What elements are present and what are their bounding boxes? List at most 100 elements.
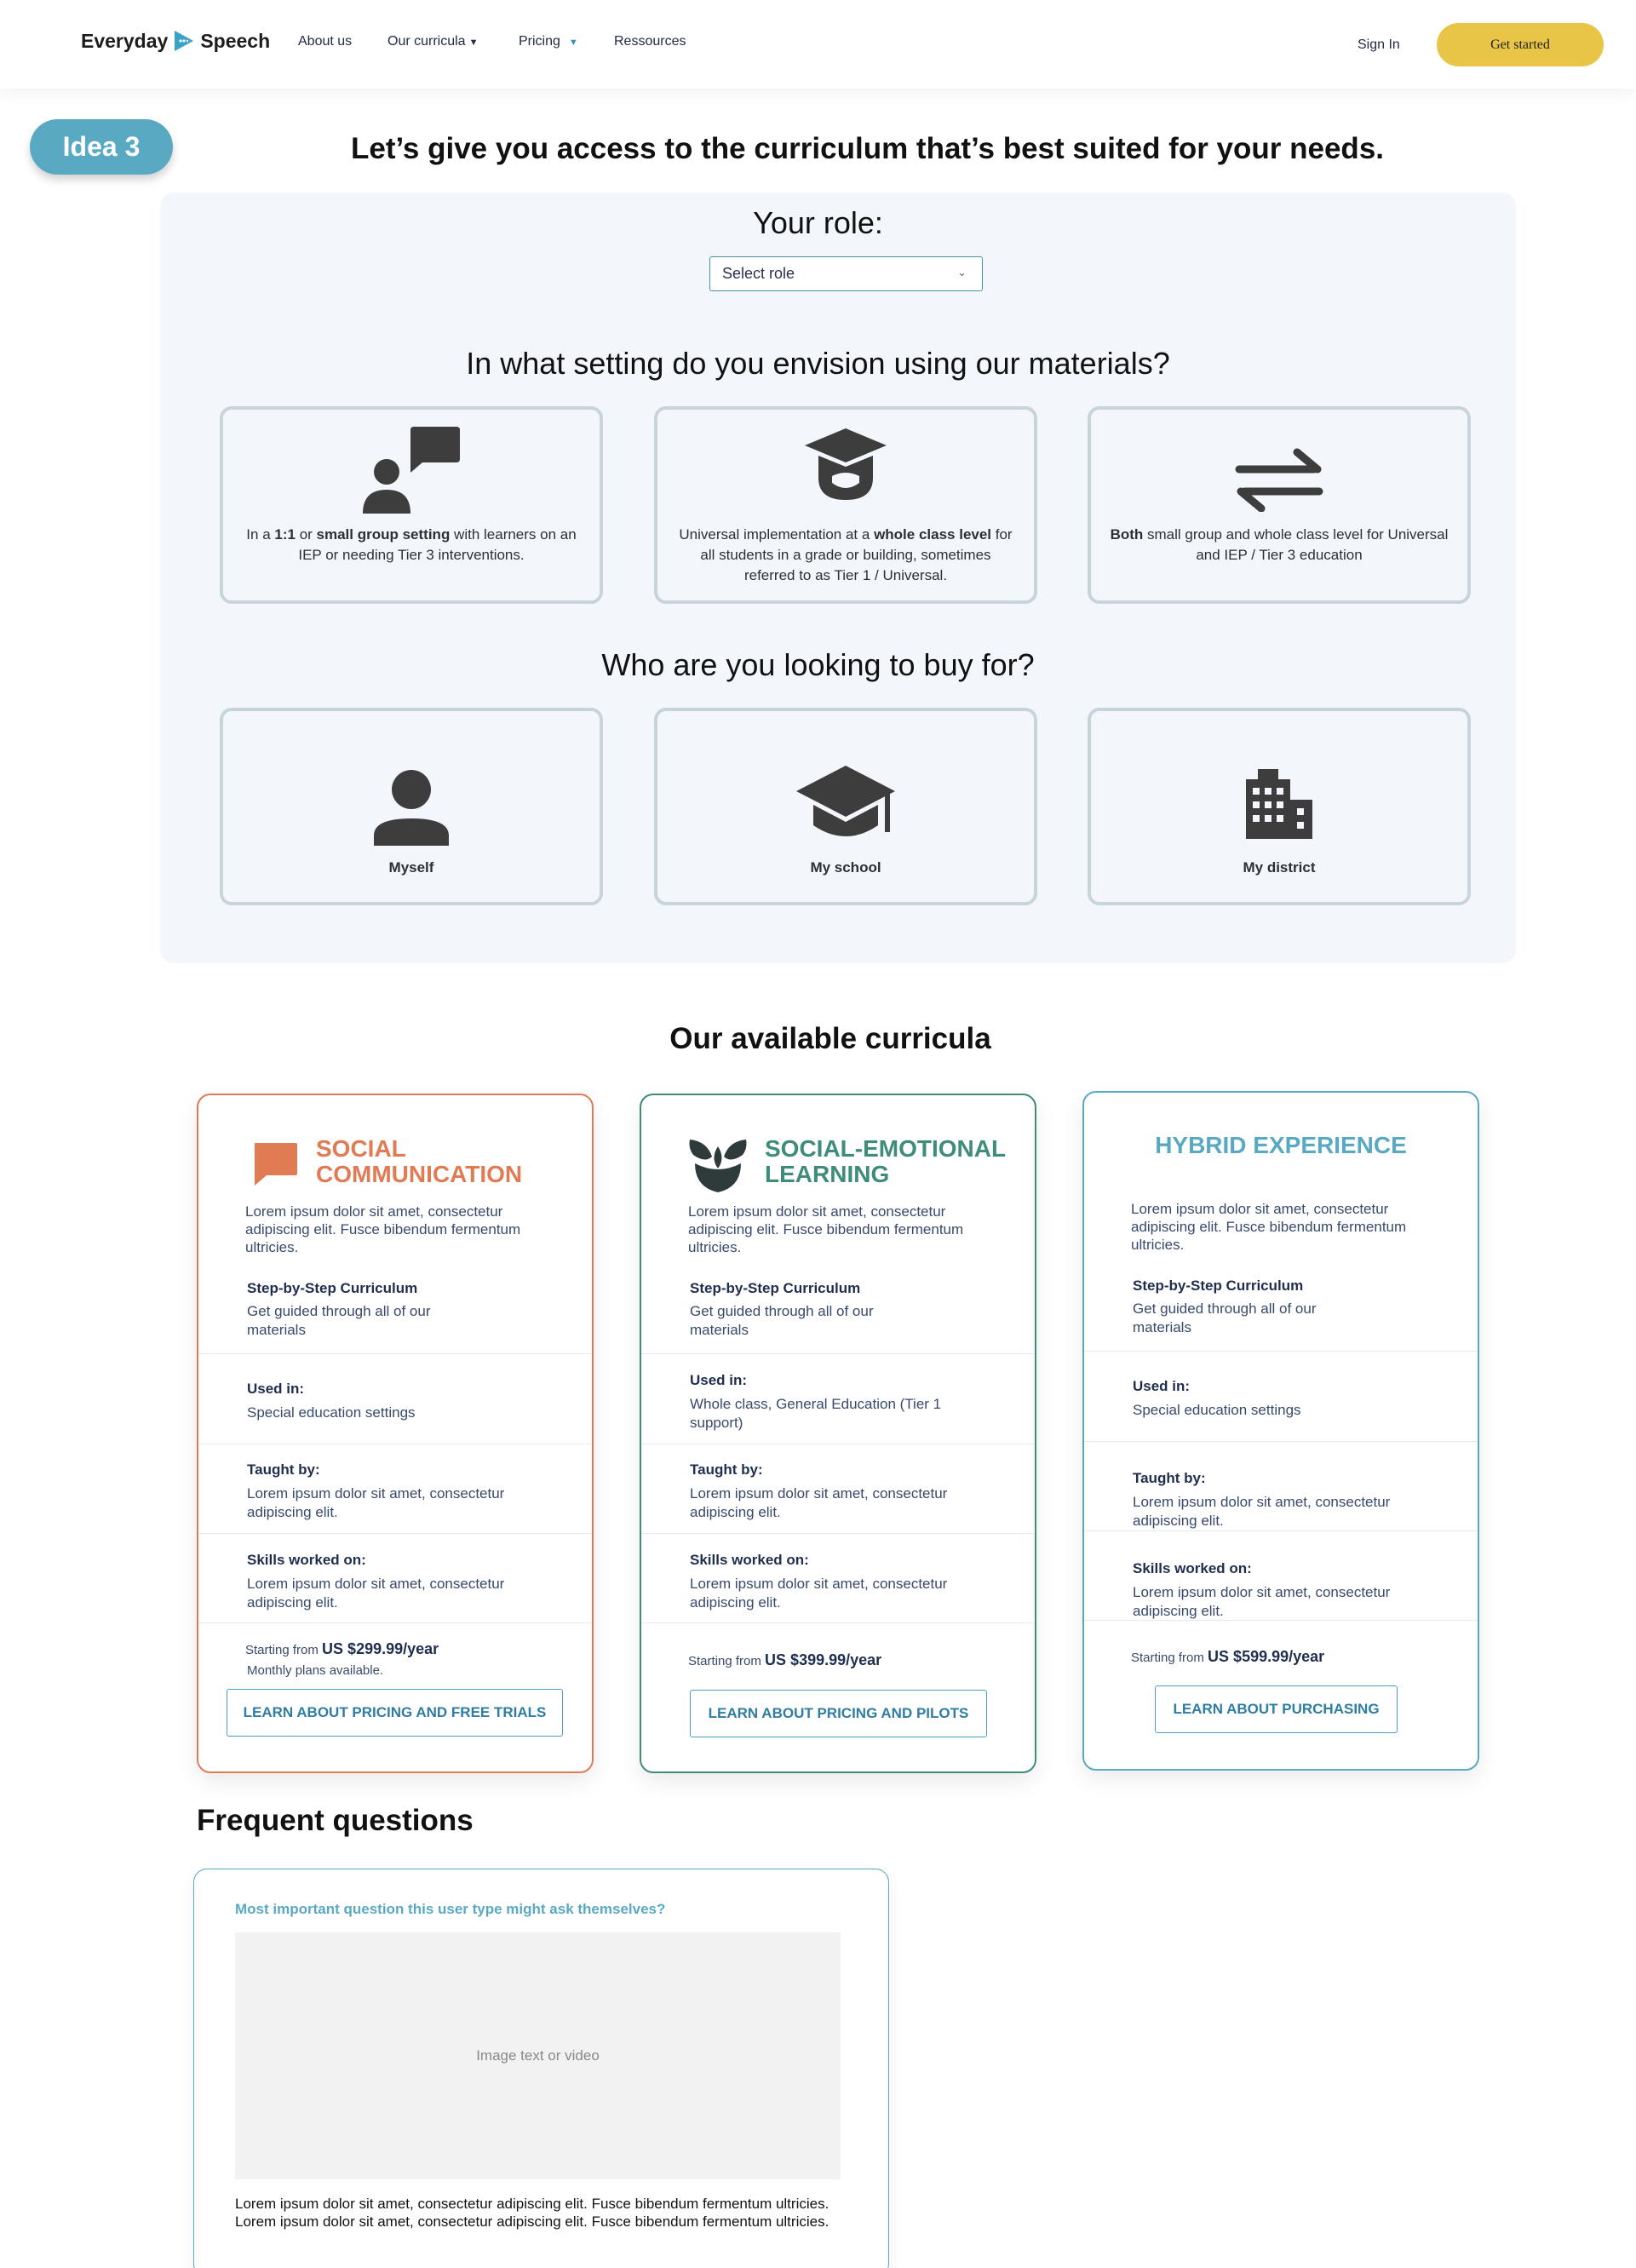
setting-option-small-group[interactable]: In a 1:1 or small group setting with lea… [220,406,603,604]
curriculum-card-sel: SOCIAL-EMOTIONAL LEARNING Lorem ipsum do… [640,1094,1036,1773]
setting-option-both[interactable]: Both small group and whole class level f… [1088,406,1471,604]
card-skills-heading: Skills worked on: [1133,1560,1252,1576]
card-step-heading: Step-by-Step Curriculum [690,1280,861,1296]
card-header: SOCIAL COMMUNICATION [251,1136,522,1187]
card-description: Lorem ipsum dolor sit amet, consectetur … [245,1203,521,1255]
curriculum-card-hybrid: HYBRID EXPERIENCE Lorem ipsum dolor sit … [1082,1091,1479,1771]
chevron-down-icon: ▼ [568,37,578,48]
setting-option-text: Universal implementation at a whole clas… [679,526,1013,583]
page-headline: Let’s give you access to the curriculum … [351,132,1385,165]
divider [198,1622,592,1623]
buyer-option-district[interactable]: My district [1088,708,1471,905]
card-skills-heading: Skills worked on: [690,1552,809,1568]
card-title-line2: COMMUNICATION [316,1161,523,1187]
building-icon [1091,767,1467,839]
card-header: SOCIAL-EMOTIONAL LEARNING [688,1136,1006,1194]
card-step-heading: Step-by-Step Curriculum [1133,1278,1304,1294]
role-title: Your role: [753,205,883,240]
card-taught-heading: Taught by: [1133,1470,1206,1486]
card-step-value: Get guided through all of our materials [1133,1301,1317,1335]
divider [1084,1351,1478,1352]
buyer-option-label: My school [810,859,881,876]
card-used-value: Special education settings [247,1404,416,1421]
card-skills-value: Lorem ipsum dolor sit amet, consectetur … [247,1576,505,1611]
brand-logo[interactable]: Everyday Speech [81,29,270,53]
card-step-value: Get guided through all of our materials [247,1303,431,1338]
faq-media-placeholder: Image text or video [235,1932,841,2179]
card-price: Starting from US $599.99/year [1131,1648,1325,1665]
buyer-option-label: Myself [388,859,434,876]
card-taught-heading: Taught by: [247,1461,320,1478]
divider [198,1533,592,1534]
card-used-value: Special education settings [1133,1402,1301,1418]
card-price: Starting from US $399.99/year [688,1651,882,1668]
divider [641,1533,1035,1534]
get-started-button[interactable]: Get started [1437,23,1604,66]
card-description: Lorem ipsum dolor sit amet, consectetur … [688,1203,964,1255]
faq-question[interactable]: Most important question this user type m… [235,1901,665,1918]
role-select-value: Select role [722,265,795,282]
buyer-option-myself[interactable]: Myself [220,708,603,905]
buyer-option-label: My district [1243,859,1316,876]
nav-curricula-label: Our curricula [387,34,466,49]
brand-word-right: Speech [200,29,271,52]
card-used-heading: Used in: [247,1381,305,1397]
speech-bubble-icon [255,1143,297,1186]
card-skills-value: Lorem ipsum dolor sit amet, consectetur … [690,1576,948,1611]
brand-word-left: Everyday [81,29,169,52]
setting-question: In what setting do you envision using ou… [466,346,1170,381]
card-used-heading: Used in: [690,1372,748,1388]
person-speech-icon [223,425,600,514]
card-description: Lorem ipsum dolor sit amet, consectetur … [1131,1201,1407,1253]
divider [1084,1620,1478,1621]
card-price: Starting from US $299.99/year [245,1640,439,1657]
divider [1084,1441,1478,1442]
top-nav: Everyday Speech About us Our curricula ▼ … [0,0,1636,89]
lotus-icon [689,1140,747,1192]
nav-pricing[interactable]: Pricing ▼ [519,34,578,49]
card-title-line1: SOCIAL-EMOTIONAL [765,1135,1007,1162]
swap-arrows-icon [1091,447,1467,512]
divider [641,1622,1035,1623]
nav-about[interactable]: About us [298,34,352,49]
card-used-value: Whole class, General Education (Tier 1 s… [690,1396,942,1431]
setting-option-text: In a 1:1 or small group setting with lea… [246,526,577,563]
chevron-down-icon: ⌄ [957,266,967,278]
curriculum-card-social-communication: SOCIAL COMMUNICATION Lorem ipsum dolor s… [197,1094,594,1773]
card-title-line1: SOCIAL [316,1135,406,1162]
setting-option-text: Both small group and whole class level f… [1110,526,1449,563]
play-logo-icon [175,31,194,51]
curricula-title: Our available curricula [669,1022,991,1055]
faq-answer: Lorem ipsum dolor sit amet, consectetur … [235,2196,829,2230]
setting-option-whole-class[interactable]: Universal implementation at a whole clas… [654,406,1037,604]
pricing-trials-button[interactable]: LEARN ABOUT PRICING AND FREE TRIALS [227,1689,563,1737]
card-taught-value: Lorem ipsum dolor sit amet, consectetur … [247,1485,505,1520]
card-skills-heading: Skills worked on: [247,1552,366,1568]
faq-title: Frequent questions [197,1804,474,1837]
nav-resources[interactable]: Ressources [614,34,686,49]
faq-card[interactable]: Most important question this user type m… [193,1869,889,2268]
divider [641,1353,1035,1354]
nav-curricula[interactable]: Our curricula ▼ [387,34,478,49]
nav-pricing-label: Pricing [519,34,560,49]
buyer-question: Who are you looking to buy for? [601,647,1035,682]
graduation-cap-icon [657,427,1034,503]
sign-in-link[interactable]: Sign In [1358,37,1400,53]
purchasing-button[interactable]: LEARN ABOUT PURCHASING [1155,1685,1398,1733]
card-skills-value: Lorem ipsum dolor sit amet, consectetur … [1133,1584,1391,1619]
card-taught-value: Lorem ipsum dolor sit amet, consectetur … [690,1485,948,1520]
person-icon [223,769,600,846]
card-taught-value: Lorem ipsum dolor sit amet, consectetur … [1133,1494,1391,1529]
card-step-value: Get guided through all of our materials [690,1303,874,1338]
card-price-note: Monthly plans available. [247,1663,384,1678]
card-title-line2: LEARNING [765,1161,890,1187]
card-used-heading: Used in: [1133,1378,1191,1394]
school-cap-icon [657,764,1034,849]
role-select[interactable]: Select role ⌄ [709,256,983,291]
pricing-pilots-button[interactable]: LEARN ABOUT PRICING AND PILOTS [690,1690,987,1737]
divider [198,1353,592,1354]
idea-badge: Idea 3 [30,119,173,175]
card-taught-heading: Taught by: [690,1461,763,1478]
buyer-option-school[interactable]: My school [654,708,1037,905]
card-step-heading: Step-by-Step Curriculum [247,1280,418,1296]
